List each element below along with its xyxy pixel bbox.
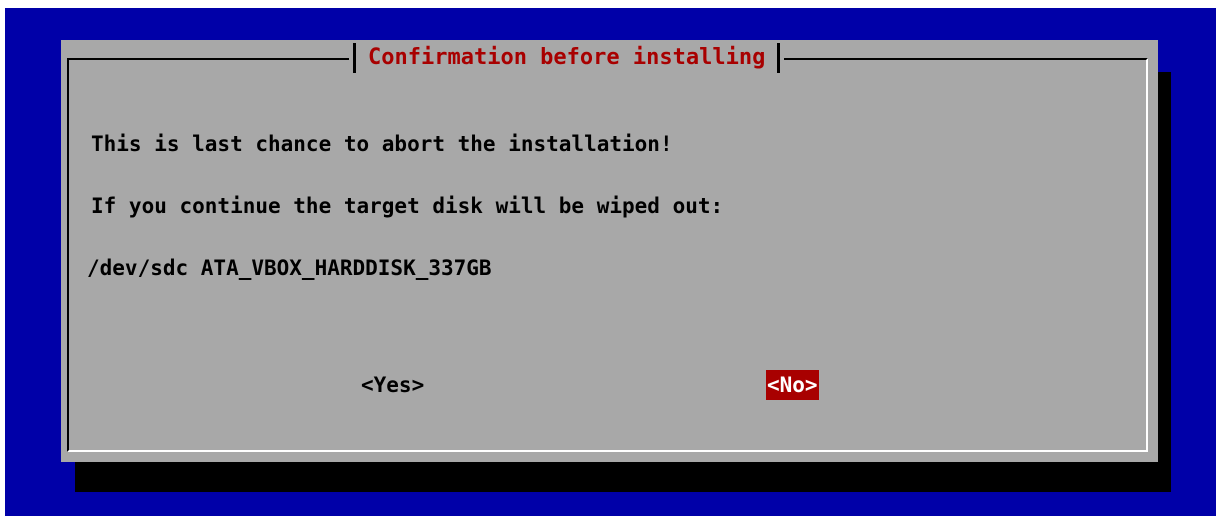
no-button[interactable]: <No> [766, 370, 819, 400]
wipe-notice-line: If you continue the target disk will be … [91, 194, 724, 218]
dialog-title-bar: Confirmation before installing [349, 40, 785, 76]
title-right-tick [777, 43, 781, 73]
target-disk-line: /dev/sdc ATA_VBOX_HARDDISK_337GB [87, 256, 492, 280]
confirmation-dialog: Confirmation before installing This is l… [61, 40, 1158, 462]
warning-line: This is last chance to abort the install… [91, 132, 673, 156]
yes-button[interactable]: <Yes> [361, 370, 424, 400]
dialog-title: Confirmation before installing [368, 45, 766, 70]
